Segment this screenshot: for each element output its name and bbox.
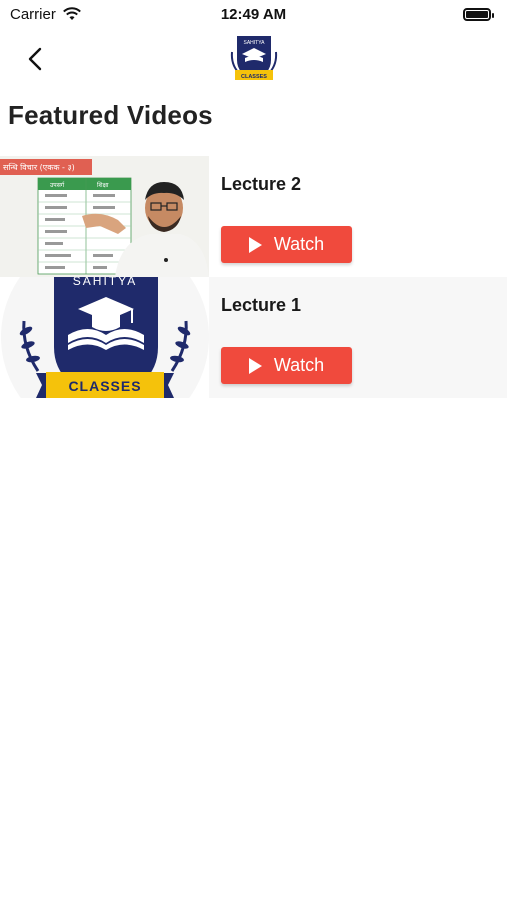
video-thumbnail[interactable]: सन्धि विचार (एकक - ३) उपसर्ग शिक्षा — [0, 156, 209, 277]
wifi-icon — [62, 7, 81, 20]
thumb-banner-text: सन्धि विचार (एकक - ३) — [3, 162, 75, 172]
thumb-banner-text: CLASSES — [68, 378, 141, 394]
carrier-label: Carrier — [10, 5, 56, 23]
play-icon — [248, 357, 262, 374]
status-bar: Carrier 12:49 AM — [0, 0, 507, 28]
video-list: सन्धि विचार (एकक - ३) उपसर्ग शिक्षा Lect… — [0, 156, 507, 398]
play-icon — [248, 236, 262, 253]
thumb-table-header: उपसर्ग — [50, 181, 65, 189]
nav-bar: SAHITYA CLASSES — [0, 28, 507, 90]
video-row: सन्धि विचार (एकक - ३) उपसर्ग शिक्षा Lect… — [0, 156, 507, 277]
watch-button[interactable]: Watch — [221, 347, 352, 384]
thumb-table-header: शिक्षा — [97, 181, 109, 189]
video-row: SAHITYA CLASSES Lecture 1 Watch — [0, 277, 507, 398]
chevron-left-icon — [28, 47, 42, 71]
thumb-logo-text: SAHITYA — [73, 277, 137, 288]
watch-button[interactable]: Watch — [221, 226, 352, 263]
page-title: Featured Videos — [8, 100, 213, 130]
logo-banner-text: CLASSES — [241, 74, 267, 80]
back-button[interactable] — [18, 42, 52, 76]
watch-button-label: Watch — [273, 234, 325, 254]
battery-icon — [463, 7, 494, 21]
logo-text: SAHITYA — [243, 40, 265, 46]
watch-button-label: Watch — [273, 355, 325, 375]
video-title: Lecture 1 — [221, 295, 302, 315]
sahitya-logo: SAHITYA CLASSES — [230, 36, 278, 80]
video-thumbnail[interactable]: SAHITYA CLASSES — [0, 277, 209, 398]
video-title: Lecture 2 — [221, 174, 302, 194]
status-left: Carrier — [10, 6, 82, 23]
